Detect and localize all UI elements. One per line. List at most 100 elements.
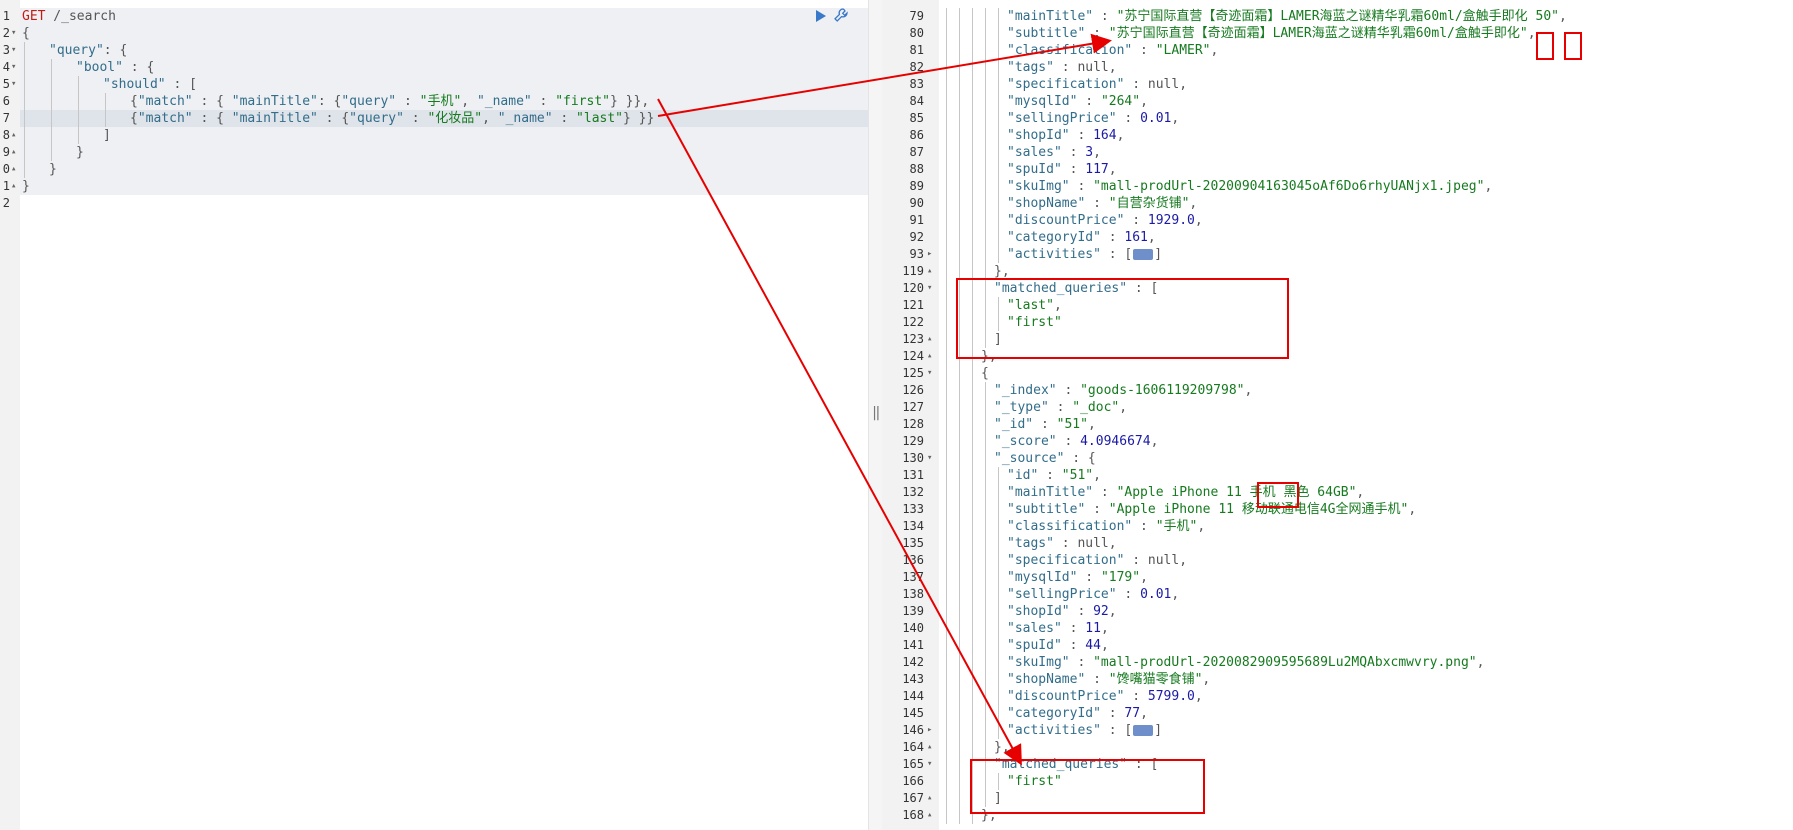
response-line: 146 ▸ "activities" : []	[882, 722, 1793, 739]
fold-toggle-icon[interactable]: ▴	[927, 739, 932, 756]
code-token: 0.01	[1140, 111, 1172, 126]
fold-toggle-icon[interactable]: ▾	[11, 76, 16, 93]
code-token: 164	[1093, 128, 1117, 143]
fold-toggle-icon[interactable]: ▴	[927, 790, 932, 807]
code-text: {	[942, 365, 989, 382]
code-token: :	[1077, 570, 1101, 585]
code-token: ]	[1154, 247, 1163, 262]
line-number: 129	[902, 434, 924, 448]
code-text: "categoryId" : 77,	[942, 705, 1148, 722]
code-text: "sellingPrice" : 0.01,	[942, 110, 1179, 127]
code-token: "activities"	[1007, 247, 1101, 262]
collapsed-array-badge[interactable]	[1133, 249, 1154, 260]
code-text: "categoryId" : 161,	[942, 229, 1156, 246]
response-line: 132 "mainTitle" : "Apple iPhone 11 手机 黑色 …	[882, 484, 1793, 501]
code-token: :	[1061, 621, 1086, 636]
code-token: "264"	[1100, 94, 1141, 109]
line-number: 122	[902, 315, 924, 329]
collapsed-array-badge[interactable]	[1133, 725, 1154, 736]
code-token: : {	[1064, 451, 1096, 466]
code-text: "query": {	[22, 42, 127, 59]
code-text: "specification" : null,	[942, 552, 1187, 569]
code-token: "skuImg"	[1007, 655, 1070, 670]
fold-toggle-icon[interactable]: ▴	[927, 263, 932, 280]
line-number: 80	[909, 26, 924, 40]
fold-toggle-icon[interactable]: ▾	[11, 59, 16, 76]
request-editor[interactable]: 1 GET /_search 2 ▾{3 ▾ "query": {4 ▾ "bool" : {…	[0, 0, 868, 830]
fold-toggle-icon[interactable]: ▴	[927, 331, 932, 348]
code-token: "51"	[1056, 417, 1088, 432]
code-token: }	[49, 162, 57, 177]
resize-handle-icon[interactable]: ‖	[872, 405, 880, 421]
fold-toggle-icon[interactable]: ▾	[11, 25, 16, 42]
code-token: ,	[1197, 519, 1206, 534]
response-line: 130 ▾ "_source" : {	[882, 450, 1793, 467]
code-text: "mainTitle" : "苏宁国际直营【奇迹面霜】LAMER海蓝之谜精华乳霜…	[942, 8, 1567, 25]
line-number: 83	[909, 77, 924, 91]
fold-toggle-icon[interactable]: ▾	[927, 365, 932, 382]
code-token: ,	[1210, 43, 1219, 58]
code-text: "spuId" : 44,	[942, 637, 1109, 654]
fold-toggle-icon[interactable]: ▸	[927, 246, 932, 263]
fold-toggle-icon[interactable]: ▴	[11, 144, 16, 161]
fold-toggle-icon[interactable]: ▾	[11, 42, 16, 59]
code-token: } }},	[610, 94, 650, 109]
line-number: 120	[902, 281, 924, 295]
code-token: "id"	[1007, 468, 1039, 483]
response-line: 140 "sales" : 11,	[882, 620, 1793, 637]
code-text: "_type" : "_doc",	[942, 399, 1127, 416]
fold-toggle-icon[interactable]: ▾	[927, 280, 932, 297]
code-token: ,	[1108, 162, 1117, 177]
code-token: :	[531, 94, 556, 109]
line-number: 130	[902, 451, 924, 465]
response-viewer[interactable]: 79 "mainTitle" : "苏宁国际直营【奇迹面霜】LAMER海蓝之谜精华…	[882, 0, 1793, 830]
response-line: 126 "_index" : "goods-1606119209798",	[882, 382, 1793, 399]
code-text: {"match" : { "mainTitle" : {"query" : "化…	[22, 110, 654, 127]
response-line: 91 "discountPrice" : 1929.0,	[882, 212, 1793, 229]
line-number: 6	[2, 94, 10, 108]
code-token: }	[76, 145, 84, 160]
response-line: 90 "shopName" : "自营杂货铺",	[882, 195, 1793, 212]
line-number: 164	[902, 740, 924, 754]
line-number: 139	[902, 604, 924, 618]
code-token: "specification"	[1007, 553, 1125, 568]
code-token: ,	[1202, 672, 1211, 687]
code-token: :	[1069, 604, 1094, 619]
code-token: : {	[317, 111, 350, 126]
code-token: "_name"	[497, 111, 553, 126]
response-line: 127 "_type" : "_doc",	[882, 399, 1793, 416]
code-token: :	[1069, 128, 1094, 143]
fold-toggle-icon[interactable]: ▾	[927, 450, 932, 467]
run-icon[interactable]	[816, 10, 826, 22]
fold-toggle-icon[interactable]: ▴	[11, 161, 16, 178]
fold-toggle-icon[interactable]: ▴	[11, 127, 16, 144]
fold-toggle-icon[interactable]: ▴	[927, 807, 932, 824]
code-token: "skuImg"	[1007, 179, 1070, 194]
code-text: "mysqlId" : "264",	[942, 93, 1148, 110]
code-text: GET /_search	[22, 8, 116, 25]
code-token: "match"	[137, 111, 193, 126]
code-token: :	[1069, 655, 1094, 670]
fold-toggle-icon[interactable]: ▾	[927, 756, 932, 773]
code-token: "tags"	[1007, 60, 1054, 75]
request-line: 6 {"match" : { "mainTitle": {"query" : "手…	[0, 93, 868, 110]
code-text: "mysqlId" : "179",	[942, 569, 1148, 586]
code-token: "shopName"	[1007, 196, 1086, 211]
code-token: "categoryId"	[1007, 230, 1101, 245]
code-token: : {	[317, 94, 342, 109]
code-token: 3	[1085, 145, 1094, 160]
line-number: 2	[2, 196, 10, 210]
fold-toggle-icon[interactable]: ▴	[11, 178, 16, 195]
fold-toggle-icon[interactable]: ▴	[927, 348, 932, 365]
wrench-icon[interactable]	[834, 8, 848, 22]
code-token: },	[994, 740, 1010, 755]
code-token: "苏宁国际直营【奇迹面霜】LAMER海蓝之谜精华乳霜60ml/盒触手即化 50"	[1116, 9, 1559, 24]
line-number: 89	[909, 179, 924, 193]
response-line: 134 "classification" : "手机",	[882, 518, 1793, 535]
fold-toggle-icon[interactable]: ▸	[927, 722, 932, 739]
code-token: :	[403, 111, 428, 126]
code-token: ]	[1154, 723, 1163, 738]
line-number: 140	[902, 621, 924, 635]
code-token: 44	[1085, 638, 1101, 653]
code-token: :	[1061, 162, 1086, 177]
